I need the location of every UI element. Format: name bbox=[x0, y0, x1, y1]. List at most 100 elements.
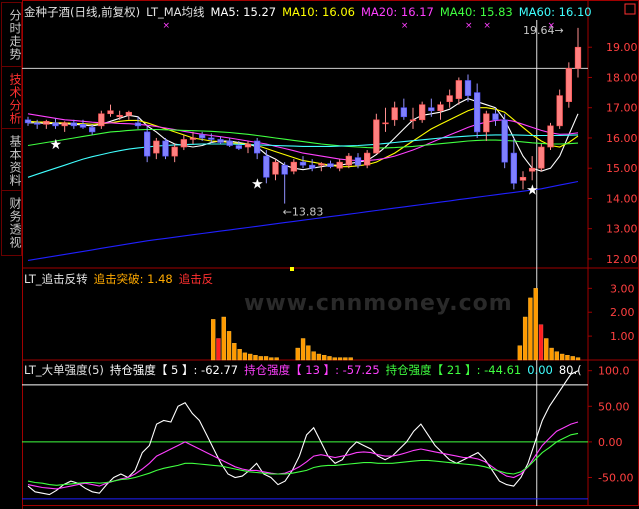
candle-body bbox=[263, 155, 270, 178]
chase-bar bbox=[570, 356, 575, 361]
candle-body bbox=[354, 157, 362, 166]
star-marker: ★ bbox=[251, 176, 264, 192]
candle-body bbox=[519, 176, 527, 181]
candle-body bbox=[70, 122, 77, 127]
price-panel: ★★ ★←13.8319.64→× × × × × bbox=[22, 20, 588, 506]
candle-body bbox=[52, 122, 59, 127]
candle-body bbox=[556, 95, 563, 127]
tab-intraday[interactable]: 分时走势 bbox=[1, 2, 22, 68]
candle-body bbox=[428, 107, 435, 112]
panel-frames bbox=[22, 0, 639, 506]
indicator-name: LT_MA均线 bbox=[146, 5, 205, 19]
chase-bar bbox=[263, 356, 269, 361]
y-axes: 19.00 18.00 17.00 16.00 15.00 14.00 13.00 12.00… bbox=[588, 41, 638, 485]
candle-body bbox=[43, 121, 50, 125]
price-tick-label: 18.00 bbox=[606, 71, 638, 84]
chase-bar bbox=[311, 351, 316, 361]
chase-bar bbox=[258, 356, 263, 361]
big-order-panel bbox=[22, 370, 588, 500]
chase-bar bbox=[565, 355, 570, 361]
candle-body bbox=[116, 114, 123, 118]
candle-body bbox=[400, 107, 407, 118]
candle-body bbox=[336, 161, 343, 169]
candle-body bbox=[281, 164, 288, 175]
chart-canvas[interactable]: ★★ ★←13.8319.64→× × × × × 19.0018.0017.0016.0… bbox=[22, 0, 639, 509]
candle-body bbox=[574, 46, 582, 69]
tab-financial-label: 财务透视 bbox=[8, 197, 22, 249]
candle-body bbox=[153, 140, 160, 154]
chase-bar bbox=[216, 338, 221, 361]
price-tick-label: 16.00 bbox=[606, 132, 638, 145]
chase-bar bbox=[332, 357, 337, 361]
strength-5-value: 持仓强度【 5 】: -62.77 bbox=[109, 363, 239, 377]
candle-body bbox=[474, 92, 481, 133]
high-price-marker: 19.64→ bbox=[523, 24, 564, 37]
candle-body bbox=[235, 145, 242, 149]
chase-bar bbox=[306, 345, 311, 361]
candle-body bbox=[189, 137, 197, 140]
chase-bar bbox=[348, 357, 353, 361]
candle-body bbox=[510, 152, 517, 184]
ma-line-ma120 bbox=[27, 180, 579, 261]
signal-marker: × bbox=[483, 21, 491, 31]
strength-tick-label: -50.00 bbox=[598, 472, 633, 485]
bigorder-title: LT_大单强度(5) bbox=[24, 363, 104, 377]
low-price-marker: ←13.83 bbox=[283, 206, 324, 219]
chase-bar bbox=[210, 319, 216, 361]
signal-marker: × bbox=[163, 21, 171, 31]
candle-body bbox=[391, 107, 398, 121]
chase-bar bbox=[237, 349, 242, 361]
chart-area[interactable]: ★ ★ ★ ←13.83 19.64→ × × × × × 19.00 18.00 17.00 16.0… bbox=[22, 0, 639, 509]
chase-bar bbox=[575, 357, 581, 361]
chase-bar bbox=[337, 357, 343, 361]
candle-body bbox=[34, 122, 41, 125]
signal-marker: × bbox=[548, 21, 556, 31]
chase-tick-label: 2.00 bbox=[610, 306, 635, 319]
strength-line-1 bbox=[27, 421, 579, 490]
chase-bar bbox=[242, 352, 248, 361]
ma20-label: MA20: 16.17 bbox=[360, 5, 434, 19]
candle-body bbox=[272, 161, 279, 175]
chase-bar bbox=[522, 316, 528, 361]
chase-bar bbox=[221, 316, 226, 361]
candle-body bbox=[382, 122, 389, 125]
candle-body bbox=[437, 104, 444, 112]
chase-bar bbox=[517, 345, 523, 361]
candle-body bbox=[364, 152, 371, 166]
star-marker: ★ bbox=[50, 137, 63, 153]
candle-body bbox=[565, 68, 572, 102]
candle-body bbox=[107, 110, 114, 115]
strength-line-2 bbox=[27, 432, 579, 486]
candle-body bbox=[208, 137, 215, 140]
candle-body bbox=[79, 124, 87, 128]
candle-body bbox=[483, 113, 490, 133]
tab-technical-label: 技术分析 bbox=[8, 73, 22, 125]
price-tick-label: 17.00 bbox=[606, 102, 638, 115]
chase-bar bbox=[528, 297, 533, 361]
chase-bar bbox=[253, 355, 258, 361]
chase-bar bbox=[248, 353, 253, 361]
position-marker bbox=[290, 267, 294, 271]
chase-breakout-value: 追击突破: 1.48 bbox=[93, 272, 173, 286]
strength-line-0 bbox=[27, 370, 579, 496]
candle-body bbox=[492, 113, 499, 121]
candle-body bbox=[217, 139, 224, 143]
candle-body bbox=[538, 146, 545, 169]
price-tick-label: 12.00 bbox=[606, 253, 638, 266]
candle-body bbox=[318, 163, 325, 166]
candle-body bbox=[171, 146, 178, 157]
tab-basic-label: 基本资料 bbox=[8, 135, 22, 187]
candle-body bbox=[299, 161, 307, 166]
tab-intraday-label: 分时走势 bbox=[8, 9, 22, 61]
signal-marker: × bbox=[401, 21, 409, 31]
chase-tick-label: 1.00 bbox=[610, 330, 635, 343]
chase-bar bbox=[316, 353, 322, 361]
tab-technical-analysis[interactable]: 技术分析 bbox=[1, 66, 22, 132]
tab-basic-info[interactable]: 基本资料 bbox=[1, 128, 22, 194]
tab-financial[interactable]: 财务透视 bbox=[1, 190, 22, 256]
strength-13-value: 持仓强度【 13 】: -57.25 bbox=[244, 363, 380, 377]
chase-title: LT_追击反转 bbox=[24, 272, 88, 286]
candle-body bbox=[409, 119, 417, 122]
candle-body bbox=[180, 139, 187, 148]
candle-body bbox=[309, 164, 316, 169]
